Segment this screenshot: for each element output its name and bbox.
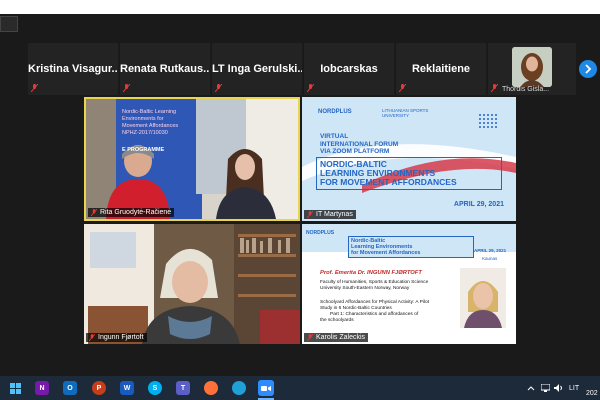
participant-tile[interactable]: Renata Rutkaus... <box>120 43 210 95</box>
slide-line: University South-Eastern Norway, Norway <box>320 286 410 291</box>
slide-mini-title: Nordic-Baltic Learning Environments for … <box>348 236 474 258</box>
slide-line: the schoolyards <box>320 318 354 323</box>
participant-name: Karolis Zaleckis <box>316 334 366 341</box>
video-nametag: Ingunn Fjørtoft <box>86 333 147 342</box>
mic-muted-icon <box>89 334 95 341</box>
slide-forum-text: VIRTUAL INTERNATIONAL FORUM VIA ZOOM PLA… <box>320 133 398 156</box>
windows-taskbar: N O P W S T LIT 202 <box>0 376 600 400</box>
mic-muted-icon <box>399 84 406 92</box>
window-title-bar <box>0 0 600 14</box>
participant-name: Renata Rutkaus... <box>120 63 210 75</box>
video-tile-active-speaker[interactable]: Nordic-Baltic Learning Environments for … <box>84 97 300 221</box>
banner-line: Nordic-Baltic Learning <box>122 109 177 115</box>
banner-text: Nordic-Baltic Learning Environments for … <box>122 109 178 154</box>
volume-icon[interactable] <box>554 384 563 392</box>
slide-line: INTERNATIONAL FORUM <box>320 140 399 148</box>
next-page-button[interactable] <box>579 60 597 78</box>
video-tile-shared-slide[interactable]: NORDPLUS LITHUANIAN SPORTS UNIVERSITY VI… <box>302 97 516 221</box>
video-tile[interactable]: Ingunn Fjørtoft <box>84 224 300 344</box>
mic-muted-icon <box>307 334 313 341</box>
mic-muted-icon <box>491 84 498 92</box>
slide-topic: Schoolyard Affordances for Physical Acti… <box>320 300 429 324</box>
video-frame <box>86 99 298 219</box>
minimized-self-view[interactable] <box>0 16 18 32</box>
video-frame <box>84 224 300 344</box>
windows-start-icon[interactable] <box>8 381 22 395</box>
keyboard-language[interactable]: LIT <box>569 385 579 392</box>
slide-affiliation: Faculty of Humanities, Sports & Educatio… <box>320 280 428 292</box>
slide-line: VIRTUAL <box>320 133 349 140</box>
slide-logo-nordplus: NORDPLUS <box>318 109 352 115</box>
participant-name: IT Martynas <box>316 211 353 218</box>
video-nametag: Rita Gruodytė-Račienė <box>88 208 175 217</box>
edge-icon[interactable] <box>232 381 246 395</box>
slide-speaker: Prof. Emerita Dr. INGUNN FJØRTOFT <box>320 270 422 276</box>
participant-tile[interactable]: LT Inga Gerulski... <box>212 43 302 95</box>
clock-date[interactable]: 202 <box>586 390 598 397</box>
banner-line: E PROGRAMME <box>122 147 165 153</box>
slide-line: for Movement Affordances <box>351 250 421 256</box>
slide-logo-nordplus: NORDPLUS <box>306 230 335 236</box>
slide-title-box: NORDIC-BALTIC LEARNING ENVIRONMENTS FOR … <box>316 157 502 190</box>
video-nametag: Karolis Zaleckis <box>304 333 369 342</box>
participant-tile[interactable]: Kristina Visagur... <box>28 43 118 95</box>
zoom-camera-icon <box>261 385 271 391</box>
chevron-up-icon[interactable] <box>527 385 535 391</box>
participant-tile-video[interactable]: Thordis Gisla... <box>488 43 576 95</box>
participant-name: Ingunn Fjørtoft <box>98 334 144 341</box>
powerpoint-icon[interactable]: P <box>92 381 106 395</box>
onenote-icon[interactable]: N <box>35 381 49 395</box>
chevron-right-icon <box>585 64 592 74</box>
participant-name: Kristina Visagur... <box>28 63 118 75</box>
participants-strip: Kristina Visagur... Renata Rutkaus... LT… <box>28 43 578 95</box>
outlook-icon[interactable]: O <box>63 381 77 395</box>
slide-date: APRIL 29, 2021 <box>453 201 504 208</box>
slide-line: VIA ZOOM PLATFORM <box>320 148 390 155</box>
teams-icon[interactable]: T <box>176 381 190 395</box>
participant-tile[interactable]: Reklaitiene <box>396 43 486 95</box>
banner-line: Environments for <box>122 116 164 122</box>
firefox-icon[interactable] <box>204 381 218 395</box>
skype-icon[interactable]: S <box>148 381 162 395</box>
speaker-photo <box>460 268 506 328</box>
mic-muted-icon <box>307 211 313 218</box>
participant-name: Thordis Gisla... <box>502 86 550 93</box>
video-nametag: IT Martynas <box>304 210 356 219</box>
zoom-icon[interactable] <box>258 380 274 396</box>
banner-line: NPHZ-2017/10030 <box>122 130 168 136</box>
mic-muted-icon <box>123 84 130 92</box>
participant-video-thumbnail <box>512 47 552 87</box>
participant-name: Reklaitiene <box>411 63 471 75</box>
mic-muted-icon <box>91 209 97 216</box>
mic-muted-icon <box>31 84 38 92</box>
participant-name: LT Inga Gerulski... <box>212 63 302 75</box>
word-icon[interactable]: W <box>120 381 134 395</box>
video-tile-shared-slide[interactable]: NORDPLUS Nordic-Baltic Learning Environm… <box>302 224 516 344</box>
banner-line: Movement Affordances <box>122 123 179 129</box>
person-thumbnail-image <box>512 47 552 87</box>
slide-title-line: FOR MOVEMENT AFFORDANCES <box>320 177 457 187</box>
mic-muted-icon <box>215 84 222 92</box>
slide-date: APRIL 29, 2021 <box>474 248 507 253</box>
slide-logo-university: LITHUANIAN SPORTS UNIVERSITY <box>382 108 429 118</box>
participant-name: Iobcarskas <box>320 63 378 75</box>
mic-muted-icon <box>307 84 314 92</box>
network-icon[interactable] <box>541 384 550 392</box>
windows-logo-icon <box>9 382 21 394</box>
participant-tile[interactable]: Iobcarskas <box>304 43 394 95</box>
participant-name: Rita Gruodytė-Račienė <box>100 209 172 216</box>
slide-date-sub: Kaunas <box>482 256 498 261</box>
